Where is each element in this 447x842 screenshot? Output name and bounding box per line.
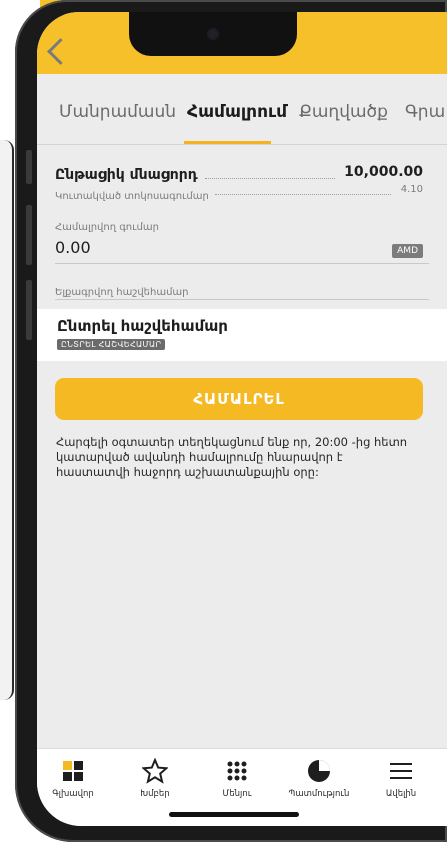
notice-text: Հարգելի օգտատեր տեղեկացնում ենք որ, 20:0… [56,435,408,479]
nav-groups-label: Խմբեր [140,789,170,799]
nav-more-label: Ավելին [385,789,417,799]
volume-up-button [26,205,32,265]
nav-home-label: Գլխավոր [52,789,94,799]
tab-top-up[interactable]: Համալրում [187,102,287,122]
volume-down-button [26,280,32,340]
back-chevron-icon[interactable] [47,38,74,65]
amount-input[interactable]: 0.00 [55,238,423,257]
camera-icon [209,30,217,38]
debit-account-label-row: Ելքագրվող հաշվեհամար [55,280,423,298]
nav-groups[interactable]: Խմբեր [119,757,191,799]
tab-statement[interactable]: Քաղվածք [299,102,388,122]
nav-menu-label: Մենյու [222,789,252,799]
background-phone-edge [0,140,14,700]
nav-home[interactable]: Գլխավոր [37,757,109,799]
mute-switch [26,150,32,184]
amount-divider [55,263,429,264]
accrued-interest-label: Կուտակված տոկոսագումար [55,191,209,202]
nav-more[interactable]: Ավելին [365,757,437,799]
currency-badge: AMD [392,244,423,258]
star-icon [119,757,191,785]
debit-account-label: Ելքագրվող հաշվեհամար [55,287,189,298]
nav-history[interactable]: Պատմություն [283,757,355,799]
select-account-card[interactable]: Ընտրել հաշվեհամար ԸՆՏՐԵԼ ՀԱՇՎԵՀԱՄԱՐ [37,309,447,361]
nav-menu[interactable]: Մենյու [201,757,273,799]
history-pie-icon [283,757,355,785]
select-account-chip: ԸՆՏՐԵԼ ՀԱՇՎԵՀԱՄԱՐ [57,339,166,350]
menu-dots-icon [201,757,273,785]
amount-label: Համալրվող գումար [55,222,159,233]
status-bar [37,12,447,74]
camera-notch [129,12,297,56]
amount-field[interactable]: Համալրվող գումար 0.00 AMD [55,222,423,262]
current-balance-value: 10,000.00 [344,164,423,180]
current-balance-label: Ընթացիկ մնացորդ [55,167,198,183]
app-screen: Մանրամասն Համալրում Քաղվածք Գրա Ընթացիկ … [37,12,447,826]
debit-account-divider [55,299,429,300]
select-account-title: Ընտրել հաշվեհամար [57,317,228,335]
home-indicator [169,812,299,817]
top-up-button[interactable]: ՀԱՄԱԼՐԵԼ [55,378,423,420]
home-grid-icon [37,757,109,785]
current-balance-row: Ընթացիկ մնացորդ 10,000.00 [55,164,423,184]
tab-details[interactable]: Մանրամասն [59,102,176,122]
deposit-tabs: Մանրամասն Համալրում Քաղվածք Գրա [37,74,447,145]
accrued-interest-value: 4.10 [400,184,423,195]
tab-more[interactable]: Գրա [405,102,445,122]
accrued-interest-row: Կուտակված տոկոսագումար 4.10 [55,184,423,202]
active-tab-indicator [184,141,271,144]
dotted-leader [215,194,391,195]
dotted-leader [205,178,335,179]
hamburger-icon [365,757,437,785]
nav-history-label: Պատմություն [288,789,350,799]
